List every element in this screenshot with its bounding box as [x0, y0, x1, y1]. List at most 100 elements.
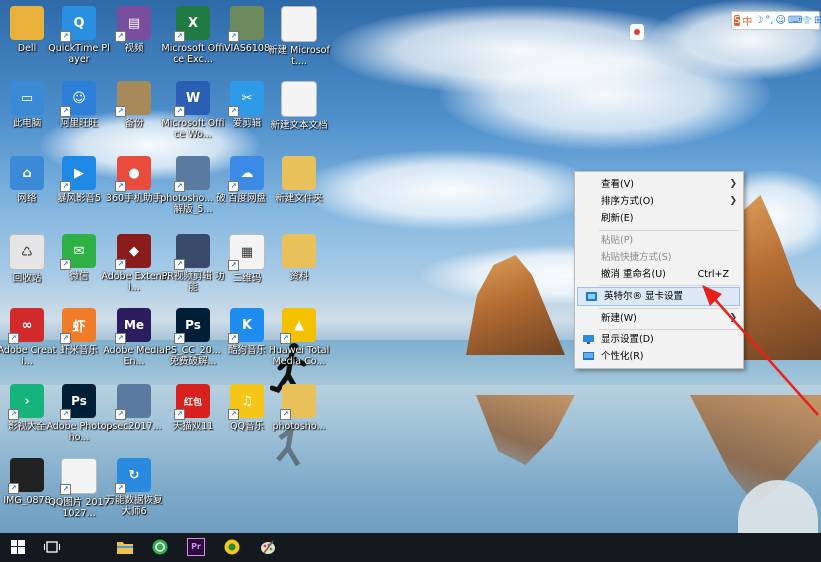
- shortcut-arrow-icon: ↗: [115, 259, 126, 270]
- menu-item-paste: 粘贴(P): [575, 232, 743, 249]
- ime-punctuation-icon[interactable]: °,: [765, 15, 773, 26]
- shortcut-arrow-icon: ↗: [228, 31, 239, 42]
- menu-item-sort[interactable]: 排序方式(O) ❯: [575, 193, 743, 210]
- desktop-icon[interactable]: Me ↗ Adobe Media En...: [101, 302, 167, 376]
- file-explorer-button[interactable]: [113, 536, 137, 558]
- aliwangwang-icon: ☺ ↗: [60, 81, 96, 117]
- video-app-icon: › ↗: [8, 384, 44, 420]
- document-icon: [281, 6, 317, 42]
- menu-item-label: 撤消 重命名(U): [601, 269, 666, 280]
- paint-button[interactable]: [256, 536, 280, 558]
- desktop-icon[interactable]: 新建 Microsoft....: [266, 0, 332, 74]
- shortcut-arrow-icon: ↗: [280, 409, 291, 420]
- image-thumbnail-icon: ↗: [60, 458, 97, 495]
- menu-item-label: 英特尔® 显卡设置: [604, 291, 684, 302]
- sogou-logo-icon[interactable]: S: [734, 15, 741, 26]
- folder-icon: ↗: [280, 384, 316, 420]
- desktop-icon-label: photosho...: [272, 421, 326, 432]
- menu-item-label: 查看(V): [601, 179, 634, 190]
- folder-person-icon: [10, 6, 44, 40]
- computer-icon: ▭: [10, 81, 44, 115]
- desktop-icon-label: Huawei Total Media Co...: [268, 345, 330, 367]
- menu-item-refresh[interactable]: 刷新(E): [575, 210, 743, 227]
- premiere-icon: Pr: [187, 538, 205, 556]
- desktop-icon-label: 360手机助手: [105, 193, 163, 204]
- wechat-icon: ✉ ↗: [60, 234, 96, 270]
- folder-icon: [117, 542, 133, 554]
- shortcut-arrow-icon: ↗: [115, 31, 126, 42]
- floating-widget-icon[interactable]: [630, 24, 644, 40]
- personalize-icon: [583, 352, 594, 360]
- shortcut-arrow-icon: ↗: [60, 181, 71, 192]
- taskbar: Pr: [0, 533, 821, 562]
- menu-item-label: 粘贴快捷方式(S): [601, 252, 672, 263]
- menu-item-label: 新建(W): [601, 313, 637, 324]
- desktop-icon[interactable]: 资料: [266, 228, 332, 302]
- desktop-icon[interactable]: ▲ ↗ Huawei Total Media Co...: [266, 302, 332, 376]
- 360-browser-icon: [152, 539, 168, 555]
- shortcut-arrow-icon: ↗: [60, 259, 71, 270]
- intel-graphics-icon: [586, 292, 597, 301]
- menu-item-label: 排序方式(O): [601, 196, 654, 207]
- start-button[interactable]: [6, 536, 30, 558]
- installer-icon: ↗: [115, 384, 151, 420]
- menu-item-label: 显示设置(D): [601, 334, 654, 345]
- ime-moon-icon[interactable]: ☽: [754, 15, 763, 26]
- desktop-icon[interactable]: ↗ psec2017...: [101, 378, 167, 452]
- shortcut-arrow-icon: ↗: [115, 106, 126, 117]
- shortcut-arrow-icon: ↗: [115, 181, 126, 192]
- shortcut-arrow-icon: ↗: [115, 409, 126, 420]
- annotation-arrow: [702, 285, 819, 416]
- shortcut-arrow-icon: ↗: [174, 31, 185, 42]
- desktop-background[interactable]: S 中 ☽ °, ☺ ⌨ 👕 ⊞ Dell Q ↗ QuickTime Player ▤…: [0, 0, 821, 533]
- data-recovery-icon: ↻ ↗: [115, 458, 151, 494]
- desktop-icon[interactable]: ↗ 备份: [101, 75, 167, 149]
- menu-item-label: 个性化(R): [601, 351, 644, 362]
- 360-browser-button[interactable]: [148, 536, 172, 558]
- shortcut-arrow-icon: ↗: [228, 333, 239, 344]
- xiami-icon: 虾 ↗: [60, 308, 96, 344]
- ime-emoji-icon[interactable]: ☺: [776, 15, 786, 26]
- recycle-bin-icon: ♺: [9, 234, 45, 270]
- photo-thumbnail-icon: ↗: [8, 458, 44, 494]
- paint-icon: [261, 540, 275, 554]
- desktop-icon-label: Adobe Media En...: [103, 345, 165, 367]
- desktop-icon-label: 万能数据恢复大师6: [105, 495, 163, 517]
- ime-keyboard-icon[interactable]: ⌨: [788, 15, 802, 26]
- shortcut-arrow-icon: ↗: [174, 409, 185, 420]
- desktop-icon[interactable]: ◆ ↗ Adobe Extensi...: [101, 228, 167, 302]
- desktop-icon[interactable]: 新建文件夹: [266, 150, 332, 224]
- desktop-icon[interactable]: ▤ ↗ 视频: [101, 0, 167, 74]
- shortcut-arrow-icon: ↗: [115, 333, 126, 344]
- folder-icon: [282, 234, 316, 268]
- cloud-decoration: [300, 150, 600, 230]
- premiere-button[interactable]: Pr: [184, 536, 208, 558]
- quicktime-icon: Q ↗: [60, 6, 96, 42]
- desktop-icon[interactable]: ● ↗ 360手机助手: [101, 150, 167, 224]
- task-view-button[interactable]: [40, 536, 64, 558]
- menu-separator: [599, 230, 739, 231]
- shortcut-arrow-icon: ↗: [228, 106, 239, 117]
- shortcut-arrow-icon: ↗: [174, 181, 185, 192]
- menu-item-label: 粘贴(P): [601, 235, 634, 246]
- shortcut-arrow-icon: ↗: [228, 260, 239, 271]
- menu-item-paste-shortcut: 粘贴快捷方式(S): [575, 249, 743, 266]
- ime-toolbox-icon[interactable]: ⊞: [814, 15, 821, 26]
- task-view-icon: [44, 541, 60, 553]
- qq-music-button[interactable]: [220, 536, 244, 558]
- desktop-icon[interactable]: 新建文本文档: [266, 75, 332, 149]
- shortcut-arrow-icon: ↗: [174, 106, 185, 117]
- folder-icon: [282, 156, 316, 190]
- ime-skin-icon[interactable]: 👕: [802, 16, 812, 25]
- shortcut-arrow-icon: ↗: [228, 409, 239, 420]
- desktop-icon[interactable]: ↗ photosho...: [266, 378, 332, 452]
- display-icon: [583, 335, 594, 344]
- shortcut-arrow-icon: ↗: [60, 484, 71, 495]
- desktop-icon[interactable]: ↻ ↗ 万能数据恢复大师6: [101, 452, 167, 526]
- qq-music-icon: [224, 539, 240, 555]
- desktop-icon-label: psec2017...: [106, 421, 162, 432]
- menu-item-view[interactable]: 查看(V) ❯: [575, 176, 743, 193]
- ime-toolbar[interactable]: S 中 ☽ °, ☺ ⌨ 👕 ⊞: [731, 11, 821, 30]
- ime-chinese-toggle[interactable]: 中: [742, 13, 752, 28]
- baofeng-icon: ▶ ↗: [60, 156, 96, 192]
